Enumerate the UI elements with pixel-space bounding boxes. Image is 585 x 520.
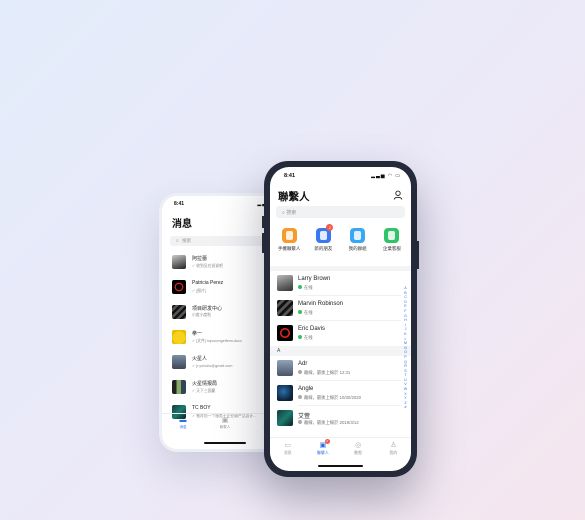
avatar	[172, 305, 186, 319]
contact-status: 在线	[298, 310, 313, 316]
quick-action-label: 我的群組	[348, 246, 367, 251]
tab-moments[interactable]: ◎ 動態	[341, 438, 376, 459]
message-preview: ✓ [文件] hqvunmgetferw.docx	[192, 339, 242, 343]
message-name: 项目研发中心	[192, 306, 223, 312]
moments-icon: ◎	[355, 442, 362, 449]
contact-row[interactable]: Angle 離線，最後上線於 10/30/2020	[270, 381, 411, 406]
contact-row[interactable]: Adr 離線，最後上線於 12:31	[270, 356, 411, 381]
message-preview: ✓ 天下三国赢	[192, 389, 216, 393]
message-name: 阿拉蕾	[192, 256, 208, 262]
message-preview: ✓ jr.yuhullo@gmail.com	[192, 364, 233, 368]
contact-name: Angle	[298, 386, 314, 392]
message-preview: ✓ [图片]	[192, 289, 206, 293]
power-button	[417, 241, 419, 269]
add-contact-icon[interactable]	[393, 190, 403, 200]
quick-action-groups[interactable]: 我的群組	[342, 228, 374, 266]
avatar	[172, 330, 186, 344]
quick-action-label: 企業客服	[382, 246, 401, 251]
contact-status: 離線，最後上線於 12:31	[298, 370, 350, 376]
avatar	[172, 255, 186, 269]
avatar	[277, 360, 293, 376]
contact-name: Larry Brown	[298, 276, 331, 282]
avatar	[277, 300, 293, 316]
avatar	[172, 280, 186, 294]
page-title: 聯繫人	[278, 191, 310, 203]
phone-contacts-icon	[281, 228, 297, 243]
status-time: 8:41	[174, 201, 185, 207]
message-name: TC BOY	[192, 405, 211, 411]
quick-action-label: 新的朋友	[314, 246, 333, 251]
quick-action-phone-contacts[interactable]: 手機聯繫人	[273, 228, 305, 266]
section-header: A	[270, 346, 411, 356]
search-input[interactable]: ⌕ 搜索	[276, 206, 405, 218]
index-letter[interactable]: #	[402, 405, 409, 410]
contact-status: 離線，最後上線於 10/30/2020	[298, 395, 361, 401]
support-icon	[384, 228, 400, 243]
contact-name: Marvin Robinson	[298, 301, 344, 307]
front-phone: 8:41 ▂▃▅ ◠ ▭ 聯繫人 ⌕ 搜索 手機聯繫人 2 新的朋友 我的群組 …	[262, 161, 419, 477]
message-name: 火星情报局	[192, 381, 218, 387]
contact-name: Eric Davis	[298, 326, 326, 332]
tab-messages[interactable]: ▭ 消息	[270, 438, 305, 459]
contact-status: 離線，最後上線於 2019/3/12	[298, 420, 359, 426]
avatar	[172, 355, 186, 369]
search-placeholder: 搜索	[182, 238, 192, 243]
contact-status: 在线	[298, 285, 313, 291]
avatar	[277, 275, 293, 291]
chat-icon: ▭	[284, 442, 291, 449]
profile-icon: ♙	[390, 442, 397, 449]
notification-badge: 2	[324, 439, 330, 444]
contact-name: Adr	[298, 361, 308, 367]
groups-icon	[350, 228, 366, 243]
volume-button	[262, 233, 264, 253]
message-preview: ✓ 收到见在说说吧	[192, 264, 223, 268]
search-icon: ⌕	[176, 238, 179, 244]
search-placeholder: 搜索	[286, 210, 297, 216]
tab-profile[interactable]: ♙ 我的	[376, 438, 411, 459]
tab-messages[interactable]: ▬ 消息	[162, 414, 204, 435]
contact-status: 在线	[298, 335, 313, 341]
avatar	[277, 385, 293, 401]
tab-contacts[interactable]: ▣ 聯繫人	[204, 414, 246, 435]
message-preview: 小度小度啦	[192, 313, 211, 317]
tab-contacts[interactable]: ▣ 2 聯繫人	[305, 438, 340, 459]
avatar	[172, 380, 186, 394]
message-name: 火星人	[192, 356, 208, 362]
header: 聯繫人	[270, 182, 411, 206]
contact-row[interactable]: Larry Brown 在线	[270, 271, 411, 296]
volume-button	[262, 216, 264, 228]
message-name: 拳一	[192, 331, 203, 337]
quick-action-support[interactable]: 企業客服	[376, 228, 408, 266]
quick-actions: 手機聯繫人 2 新的朋友 我的群組 企業客服	[270, 218, 411, 266]
contacts-icon: ▣	[319, 442, 327, 449]
message-name: Patricia Perez	[192, 280, 224, 286]
contact-row[interactable]: Eric Davis 在线	[270, 321, 411, 346]
contact-row[interactable]: Marvin Robinson 在线	[270, 296, 411, 321]
tab-label: 消息	[179, 425, 187, 429]
front-phone-screen: 8:41 ▂▃▅ ◠ ▭ 聯繫人 ⌕ 搜索 手機聯繫人 2 新的朋友 我的群組 …	[270, 167, 411, 471]
tab-label: 我的	[389, 450, 398, 455]
avatar	[277, 325, 293, 341]
notification-badge: 2	[326, 224, 334, 231]
contact-name: 艾萱	[298, 414, 311, 420]
alphabet-index[interactable]: A B C D E F G H I J K L M N O P Q R S T U V W X Y Z #	[402, 286, 409, 410]
tab-label: 動態	[354, 450, 363, 455]
avatar	[277, 410, 293, 426]
quick-action-new-friends[interactable]: 2 新的朋友	[307, 224, 339, 266]
contact-row[interactable]: 艾萱 離線，最後上線於 2019/3/12	[270, 406, 411, 431]
tab-bar: ▭ 消息 ▣ 2 聯繫人 ◎ 動態 ♙ 我的	[270, 437, 411, 459]
status-time: 8:41	[284, 173, 296, 179]
signal-icon: ▂▃▅ ◠ ▭	[371, 173, 401, 179]
tab-label: 聯繫人	[316, 450, 329, 455]
tab-label: 聯繫人	[219, 425, 231, 429]
tab-label: 消息	[283, 450, 292, 455]
status-bar: 8:41 ▂▃▅ ◠ ▭	[270, 167, 411, 182]
quick-action-label: 手機聯繫人	[277, 246, 301, 251]
home-indicator	[318, 464, 363, 467]
contacts-icon: ▣	[221, 417, 229, 424]
chat-icon: ▬	[179, 417, 187, 424]
home-indicator	[204, 442, 246, 444]
